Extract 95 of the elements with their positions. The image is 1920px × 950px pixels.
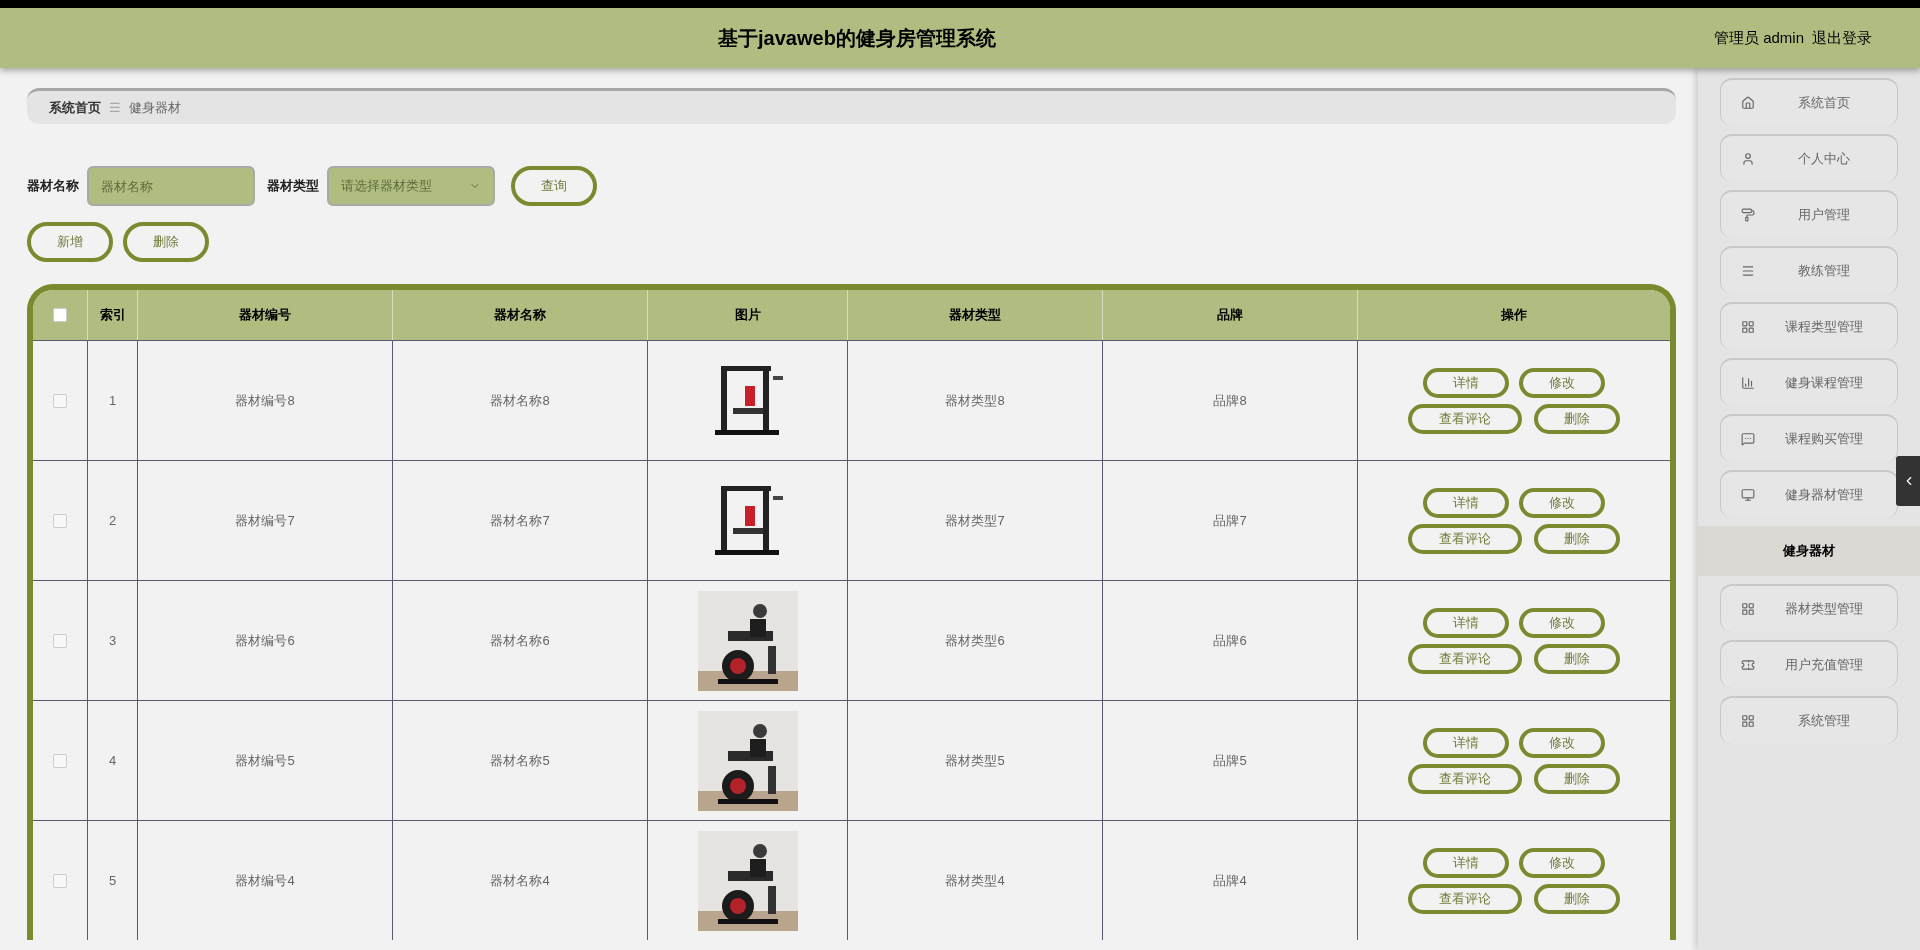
delete-button[interactable]: 删除 xyxy=(1534,763,1620,794)
sidebar-item[interactable]: 用户充值管理 xyxy=(1720,640,1898,688)
table-cell-text: 器材名称5 xyxy=(490,751,550,770)
name-input[interactable]: 器材名称 xyxy=(87,166,255,206)
edit-button[interactable]: 修改 xyxy=(1519,367,1605,398)
detail-button[interactable]: 详情 xyxy=(1423,367,1509,398)
chat-icon xyxy=(1741,432,1755,446)
column-header: 器材编号 xyxy=(239,306,291,325)
row-checkbox[interactable] xyxy=(53,753,67,768)
detail-button[interactable]: 详情 xyxy=(1423,847,1509,878)
delete-button[interactable]: 删除 xyxy=(1534,883,1620,914)
app-title: 基于javaweb的健身房管理系统 xyxy=(718,26,996,51)
paint-roller-icon xyxy=(1741,208,1755,222)
comments-button[interactable]: 查看评论 xyxy=(1408,523,1522,554)
select-all-checkbox[interactable] xyxy=(53,308,67,322)
breadcrumb-link[interactable]: 系统首页 xyxy=(49,97,101,118)
delete-button[interactable]: 删除 xyxy=(1534,523,1620,554)
home-icon xyxy=(1741,96,1755,110)
breadcrumb-separator: ☰ xyxy=(109,98,121,117)
table-cell-text: 器材名称7 xyxy=(490,511,550,530)
table-cell-text: 3 xyxy=(108,631,117,650)
row-checkbox[interactable] xyxy=(53,633,67,648)
table-cell-text: 器材类型6 xyxy=(945,631,1005,650)
column-header: 图片 xyxy=(734,306,761,325)
sidebar-item[interactable]: 用户管理 xyxy=(1720,190,1898,238)
sidebar-item[interactable]: 系统首页 xyxy=(1720,78,1898,126)
table-cell-text: 器材编号5 xyxy=(235,751,295,770)
sidebar-item[interactable]: 课程类型管理 xyxy=(1720,302,1898,350)
delete-button[interactable]: 删除 xyxy=(1534,403,1620,434)
user-label: 管理员 admin xyxy=(1713,27,1804,48)
sidebar-item[interactable]: 教练管理 xyxy=(1720,246,1898,294)
table-cell-text: 品牌7 xyxy=(1213,511,1247,530)
monitor-icon xyxy=(1741,488,1755,502)
search-button[interactable]: 查询 xyxy=(511,166,597,206)
add-button[interactable]: 新增 xyxy=(27,222,113,262)
table-cell-text: 品牌4 xyxy=(1213,871,1247,890)
table-cell-text: 器材类型4 xyxy=(945,871,1005,890)
sidebar-item[interactable]: 健身器材管理 xyxy=(1720,470,1898,518)
row-checkbox[interactable] xyxy=(53,873,67,888)
table-cell-text: 5 xyxy=(108,871,117,890)
grid-icon xyxy=(1741,714,1755,728)
table-cell-text: 器材编号6 xyxy=(235,631,295,650)
ticket-icon xyxy=(1741,658,1755,672)
table-cell-text: 器材名称4 xyxy=(490,871,550,890)
row-checkbox[interactable] xyxy=(53,393,67,408)
list-icon xyxy=(1741,264,1755,278)
table-cell-text: 器材编号7 xyxy=(235,511,295,530)
detail-button[interactable]: 详情 xyxy=(1423,727,1509,758)
table-cell-text: 品牌6 xyxy=(1213,631,1247,650)
column-header: 器材名称 xyxy=(494,306,546,325)
table-cell-text: 器材类型5 xyxy=(945,751,1005,770)
delete-button[interactable]: 删除 xyxy=(123,222,209,262)
comments-button[interactable]: 查看评论 xyxy=(1408,403,1522,434)
table-cell-text: 2 xyxy=(108,511,117,530)
bar-chart-icon xyxy=(1741,376,1755,390)
detail-button[interactable]: 详情 xyxy=(1423,487,1509,518)
edit-button[interactable]: 修改 xyxy=(1519,487,1605,518)
collapse-button[interactable] xyxy=(1896,456,1920,506)
table-cell-text: 器材类型7 xyxy=(945,511,1005,530)
sidebar-item[interactable]: 个人中心 xyxy=(1720,134,1898,182)
delete-button[interactable]: 删除 xyxy=(1534,643,1620,674)
breadcrumb-current: 健身器材 xyxy=(129,98,181,117)
column-header: 器材类型 xyxy=(949,306,1001,325)
edit-button[interactable]: 修改 xyxy=(1519,607,1605,638)
sidebar-item[interactable]: 健身课程管理 xyxy=(1720,358,1898,406)
field-label: 器材类型 xyxy=(267,177,319,196)
detail-button[interactable]: 详情 xyxy=(1423,607,1509,638)
edit-button[interactable]: 修改 xyxy=(1519,847,1605,878)
logout-link[interactable]: 退出登录 xyxy=(1812,26,1872,50)
comments-button[interactable]: 查看评论 xyxy=(1408,643,1522,674)
type-select[interactable]: 请选择器材类型 xyxy=(327,166,495,206)
table-cell-text: 1 xyxy=(108,391,117,410)
comments-button[interactable]: 查看评论 xyxy=(1408,763,1522,794)
table-cell-text: 器材编号4 xyxy=(235,871,295,890)
user-icon xyxy=(1741,152,1755,166)
grid-icon xyxy=(1741,320,1755,334)
grid-icon xyxy=(1741,602,1755,616)
table-cell-text: 器材编号8 xyxy=(235,391,295,410)
table-cell-text: 品牌5 xyxy=(1213,751,1247,770)
table-cell-text: 4 xyxy=(108,751,117,770)
table-cell-text: 品牌8 xyxy=(1213,391,1247,410)
field-label: 器材名称 xyxy=(27,177,79,196)
comments-button[interactable]: 查看评论 xyxy=(1408,883,1522,914)
sidebar-item[interactable]: 器材类型管理 xyxy=(1720,584,1898,632)
edit-button[interactable]: 修改 xyxy=(1519,727,1605,758)
column-header: 品牌 xyxy=(1217,306,1243,325)
sidebar-subitem[interactable]: 健身器材 xyxy=(1698,526,1920,576)
table-cell-text: 器材类型8 xyxy=(945,391,1005,410)
table-cell-text: 器材名称6 xyxy=(490,631,550,650)
row-checkbox[interactable] xyxy=(53,513,67,528)
column-header: 操作 xyxy=(1501,306,1527,325)
sidebar-item[interactable]: 课程购买管理 xyxy=(1720,414,1898,462)
column-header: 索引 xyxy=(99,306,126,325)
sidebar-item[interactable]: 系统管理 xyxy=(1720,696,1898,744)
table-cell-text: 器材名称8 xyxy=(490,391,550,410)
